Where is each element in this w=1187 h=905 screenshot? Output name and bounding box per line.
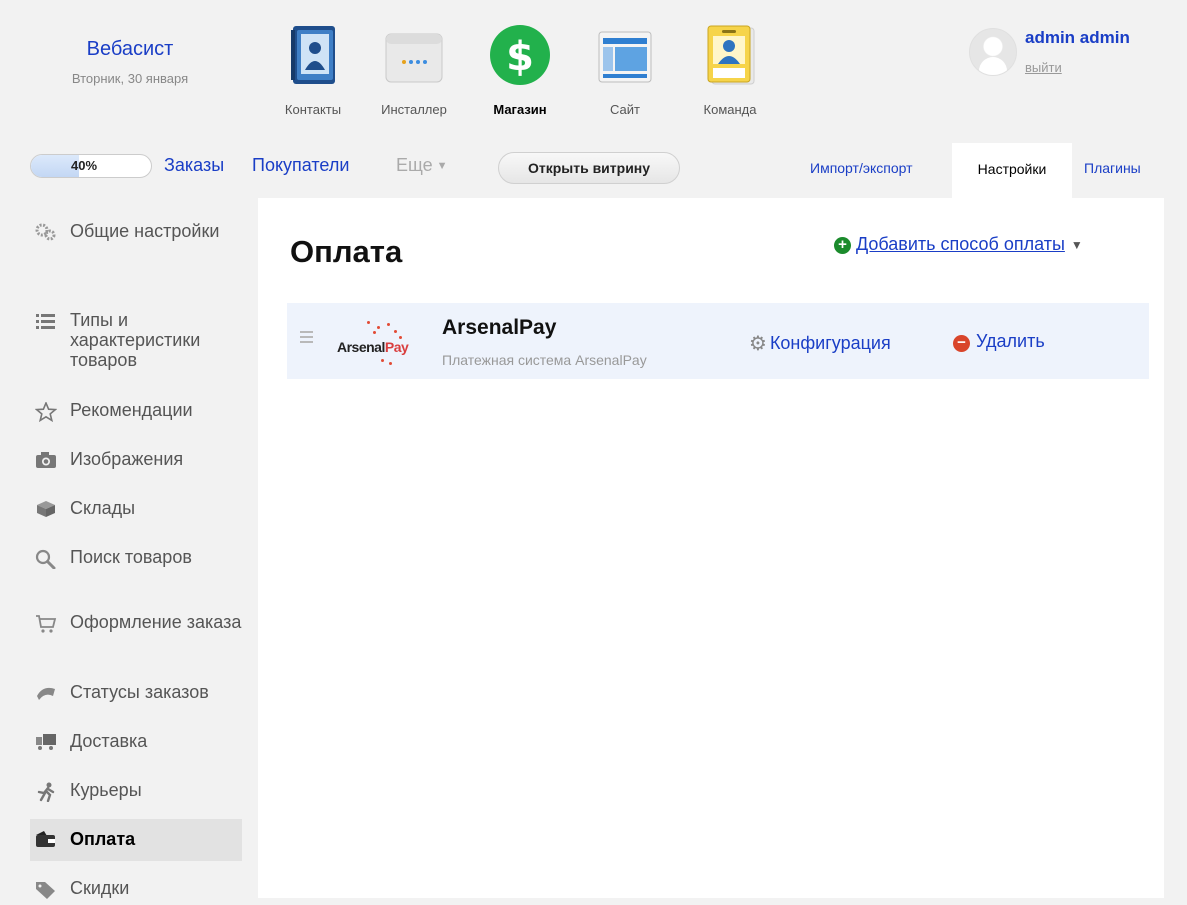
sidebar-item-label: Статусы заказов	[70, 682, 209, 702]
plus-circle-icon: +	[834, 237, 851, 254]
drag-handle-icon[interactable]	[300, 331, 313, 346]
sidebar-item-recommendations[interactable]: Рекомендации	[30, 400, 242, 423]
camera-icon	[35, 451, 57, 469]
sidebar-item-warehouses[interactable]: Склады	[30, 498, 242, 518]
plugin-name: ArsenalPay	[442, 316, 557, 339]
sidebar-item-payment[interactable]: Оплата	[30, 819, 242, 861]
chevron-down-icon: ▼	[436, 160, 448, 172]
main-content: Оплата + Добавить способ оплаты ▼ ArsenalP…	[258, 198, 1164, 898]
settings-sidebar: Общие настройки Типы и характеристики то…	[0, 198, 258, 899]
payment-plugin-row: ArsenalPay ArsenalPay Платежная система …	[287, 303, 1149, 379]
current-date: Вторник, 30 января	[71, 71, 189, 86]
logout-link[interactable]: выйти	[1025, 60, 1062, 75]
logo-text: ArsenalPay	[337, 339, 409, 355]
plugin-description: Платежная система ArsenalPay	[442, 352, 647, 368]
contacts-book-icon	[281, 22, 345, 92]
sidebar-item-label: Изображения	[70, 449, 184, 469]
app-team[interactable]: Команда	[682, 22, 778, 117]
team-badge-icon	[698, 22, 762, 92]
star-icon	[34, 400, 58, 423]
sidebar-item-general[interactable]: Общие настройки	[30, 221, 242, 241]
app-label: Контакты	[284, 102, 342, 117]
nav-more-label: Еще	[396, 155, 433, 175]
nav-more-dropdown[interactable]: Еще ▼	[396, 155, 448, 176]
tab-settings[interactable]: Настройки	[952, 143, 1072, 198]
app-label: Инсталлер	[381, 102, 447, 117]
delete-label: Удалить	[976, 331, 1045, 351]
sidebar-item-discounts[interactable]: Скидки	[30, 878, 242, 899]
site-browser-icon	[593, 22, 657, 92]
user-name[interactable]: admin admin	[1025, 28, 1130, 48]
search-icon	[35, 549, 57, 570]
sidebar-item-label: Оформление заказа	[70, 612, 242, 632]
sidebar-item-checkout[interactable]: Оформление заказа	[30, 612, 242, 633]
sidebar-item-label: Скидки	[70, 878, 130, 898]
chevron-down-icon: ▼	[1070, 238, 1083, 252]
arsenalpay-logo: ArsenalPay	[337, 317, 429, 367]
tab-plugins[interactable]: Плагины	[1084, 160, 1141, 176]
configure-link[interactable]: ⚙ Конфигурация	[749, 331, 891, 356]
add-payment-method-label: Добавить способ оплаты	[856, 234, 1065, 254]
sidebar-item-label: Типы и характеристики товаров	[70, 310, 201, 370]
sidebar-item-order-statuses[interactable]: Статусы заказов	[30, 682, 242, 702]
gear-icon: ⚙	[749, 333, 767, 355]
wallet-icon	[35, 830, 57, 848]
brand-name[interactable]: Вебасист	[40, 38, 220, 61]
cart-icon	[35, 614, 57, 633]
app-label: Команда	[703, 102, 757, 117]
runner-icon	[35, 782, 57, 803]
nav-orders[interactable]: Заказы	[164, 155, 224, 176]
sidebar-item-couriers[interactable]: Курьеры	[30, 780, 242, 803]
open-storefront-button[interactable]: Открыть витрину	[498, 152, 680, 184]
brand: Вебасист Вторник, 30 января	[40, 38, 220, 86]
flag-icon	[35, 684, 57, 702]
configure-label: Конфигурация	[769, 333, 891, 353]
box-icon	[35, 500, 57, 518]
sidebar-item-label: Общие настройки	[70, 221, 220, 241]
add-payment-method-link[interactable]: + Добавить способ оплаты ▼	[834, 234, 1083, 255]
minus-circle-icon: −	[953, 335, 970, 352]
sidebar-item-types[interactable]: Типы и характеристики товаров	[30, 310, 242, 370]
shop-subnav: 40% Заказы Покупатели Еще ▼ Открыть витри…	[0, 138, 1187, 198]
app-label: Магазин	[493, 102, 547, 117]
sidebar-item-label: Курьеры	[70, 780, 142, 800]
gears-icon	[35, 223, 57, 241]
app-header: Вебасист Вторник, 30 января Контакты Инс…	[0, 0, 1187, 138]
sidebar-item-label: Поиск товаров	[70, 547, 192, 567]
app-label: Сайт	[610, 102, 640, 117]
sidebar-item-label: Оплата	[70, 829, 136, 849]
sidebar-item-label: Рекомендации	[70, 400, 193, 420]
app-contacts[interactable]: Контакты	[265, 22, 361, 117]
avatar[interactable]	[969, 28, 1017, 76]
sidebar-item-search[interactable]: Поиск товаров	[30, 547, 242, 570]
sidebar-item-images[interactable]: Изображения	[30, 449, 242, 469]
tag-icon	[35, 880, 57, 899]
app-site[interactable]: Сайт	[577, 22, 673, 117]
delete-link[interactable]: − Удалить	[953, 331, 1045, 352]
svg-text:$: $	[506, 34, 534, 80]
sidebar-item-shipping[interactable]: Доставка	[30, 731, 242, 751]
tab-import-export[interactable]: Импорт/экспорт	[810, 160, 913, 176]
truck-icon	[35, 733, 57, 751]
list-icon	[35, 312, 57, 330]
sidebar-item-label: Доставка	[70, 731, 148, 751]
progress-text: 40%	[71, 158, 98, 173]
installer-box-icon	[382, 22, 446, 92]
nav-customers[interactable]: Покупатели	[252, 155, 349, 176]
sidebar-item-label: Склады	[70, 498, 136, 518]
setup-progress-bar[interactable]: 40%	[30, 154, 152, 178]
shop-dollar-icon: $	[488, 22, 552, 92]
app-installer[interactable]: Инсталлер	[366, 22, 462, 117]
user-menu: admin admin выйти	[969, 26, 1159, 86]
app-shop[interactable]: $ Магазин	[472, 22, 568, 117]
page-title: Оплата	[290, 234, 403, 269]
